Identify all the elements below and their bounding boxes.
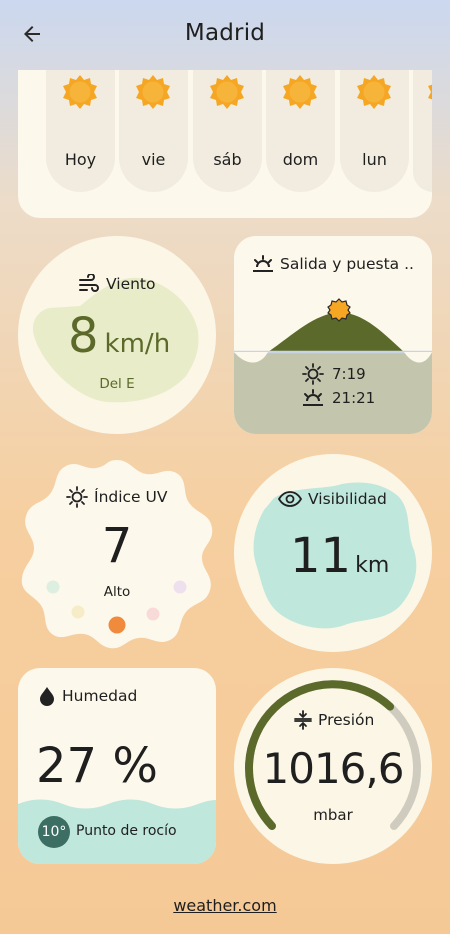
visibility-header: Visibilidad: [278, 490, 387, 508]
sunrise-sunset-card[interactable]: Salida y puesta .. 7:19 21:21: [234, 236, 432, 434]
sun-icon: [357, 75, 391, 109]
wind-reading: 8 km/h: [68, 308, 170, 364]
eye-icon: [278, 491, 302, 507]
app-bar: Madrid: [0, 0, 450, 70]
forecast-day-label: Hoy: [64, 150, 97, 169]
humidity-card[interactable]: Humedad 27 % 10° Punto de rocío: [18, 668, 216, 864]
forecast-day-label: sáb: [213, 150, 242, 169]
sunset-icon: [303, 389, 323, 406]
visibility-value: 11: [290, 528, 352, 584]
uv-value: 7: [101, 518, 133, 574]
sun-icon: [210, 75, 244, 109]
daily-forecast-card[interactable]: Hoy vie sáb dom lun: [18, 70, 432, 218]
sun-icon: [136, 75, 170, 109]
dew-point-badge: 10°: [38, 816, 70, 848]
forecast-day[interactable]: vie: [119, 70, 188, 192]
sun-position-icon: [327, 298, 351, 322]
uv-index-card[interactable]: Índice UV 7 Alto: [18, 454, 216, 652]
pressure-value: 1016,6: [262, 744, 405, 793]
uv-level: Alto: [103, 584, 131, 600]
uv-title: Índice UV: [94, 488, 168, 506]
wind-title: Viento: [106, 275, 156, 293]
wind-card[interactable]: Viento 8 km/h Del E: [18, 236, 216, 434]
sunset-row: 21:21: [302, 388, 375, 408]
sun-icon: [302, 363, 324, 385]
wind-direction-label: Del E: [99, 376, 135, 392]
visibility-reading: 11 km: [290, 528, 389, 584]
forecast-day-partial[interactable]: [413, 70, 432, 192]
sunrise-time: 7:19: [332, 365, 366, 383]
forecast-day-label: dom: [282, 150, 319, 169]
sun-icon: [63, 75, 97, 109]
pressure-card[interactable]: Presión 1016,6 mbar: [234, 668, 432, 864]
humidity-header: Humedad: [38, 686, 137, 706]
wind-header: Viento: [78, 274, 156, 294]
compress-icon: [294, 710, 312, 730]
page-title: Madrid: [184, 20, 266, 46]
wind-speed-unit: km/h: [104, 329, 171, 359]
weather-com-link[interactable]: weather.com: [0, 896, 450, 915]
wind-icon: [79, 274, 99, 292]
humidity-title: Humedad: [62, 687, 138, 705]
forecast-day-label: lun: [362, 150, 387, 169]
forecast-day[interactable]: dom: [266, 70, 335, 192]
sun-icon: [428, 84, 432, 100]
humidity-value: 27 %: [36, 738, 158, 794]
forecast-day-label: vie: [141, 150, 166, 169]
visibility-card[interactable]: Visibilidad 11 km: [234, 454, 432, 652]
forecast-day[interactable]: sáb: [193, 70, 262, 192]
forecast-day[interactable]: Hoy: [46, 70, 115, 192]
sunrise-row: 7:19: [302, 363, 366, 385]
visibility-title: Visibilidad: [308, 490, 387, 508]
water-drop-icon: [40, 687, 54, 706]
visibility-unit: km: [355, 553, 390, 578]
pressure-title: Presión: [318, 711, 375, 729]
sun-icon: [283, 75, 317, 109]
pressure-unit: mbar: [313, 806, 353, 824]
sun-icon: [66, 486, 88, 508]
sunset-time: 21:21: [332, 389, 376, 407]
forecast-day[interactable]: lun: [340, 70, 409, 192]
dew-point-label: Punto de rocío: [76, 823, 177, 839]
uv-header: Índice UV: [66, 486, 167, 508]
wind-speed-value: 8: [68, 308, 99, 364]
pressure-header: Presión: [294, 710, 374, 730]
